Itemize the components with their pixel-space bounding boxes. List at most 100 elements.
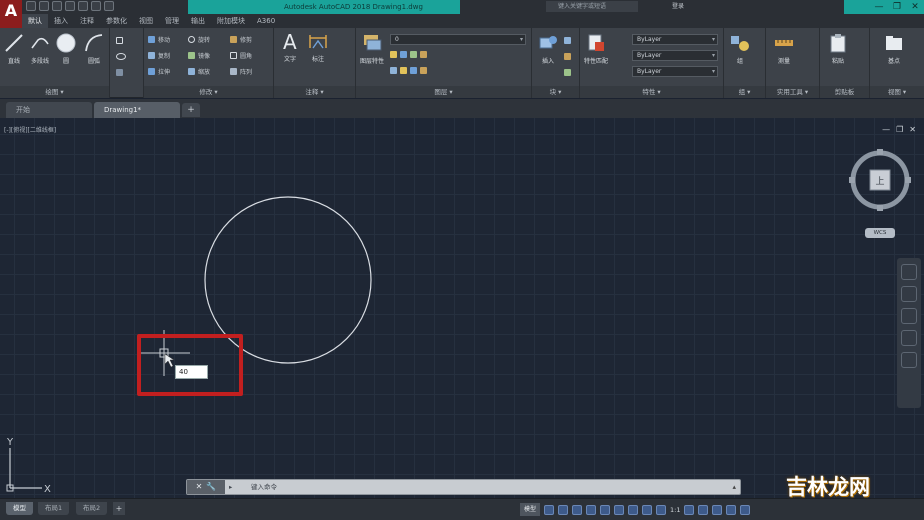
layout-tab-model[interactable]: 模型 bbox=[6, 502, 33, 515]
tab-insert[interactable]: 插入 bbox=[48, 14, 74, 28]
rotate-tool[interactable]: 旋转 bbox=[188, 35, 210, 44]
pan-icon[interactable] bbox=[901, 286, 917, 302]
base-point-tool[interactable]: 基点 bbox=[882, 32, 906, 65]
ortho-icon[interactable] bbox=[572, 504, 583, 515]
fillet-tool[interactable]: 圆角 bbox=[230, 51, 252, 60]
layer-dropdown[interactable]: 0 bbox=[390, 34, 526, 45]
layer-match-icon[interactable] bbox=[390, 67, 397, 74]
model-space-button[interactable]: 模型 bbox=[520, 503, 541, 516]
layer-unlock-icon[interactable] bbox=[420, 67, 427, 74]
block-attribute-tool[interactable] bbox=[564, 68, 571, 77]
dimension-tool[interactable]: 标注 bbox=[306, 30, 330, 63]
fullscreen-icon[interactable] bbox=[726, 504, 737, 515]
object-snap-icon[interactable] bbox=[628, 504, 639, 515]
orbit-icon[interactable] bbox=[901, 330, 917, 346]
file-tab-drawing1[interactable]: Drawing1* bbox=[94, 102, 180, 118]
close-button[interactable]: ✕ bbox=[906, 0, 924, 14]
isolate-objects-icon[interactable] bbox=[698, 504, 709, 515]
lineweight-icon[interactable] bbox=[642, 504, 653, 515]
layer-isolate-icon[interactable] bbox=[400, 51, 407, 58]
rectangle-tool[interactable] bbox=[116, 36, 123, 45]
close-command-line-icon[interactable]: ✕ bbox=[196, 480, 203, 494]
insert-block-tool[interactable]: 插入 bbox=[536, 32, 560, 65]
line-tool[interactable]: 直线 bbox=[2, 32, 26, 65]
viewcube-compass[interactable]: 上 bbox=[848, 148, 912, 212]
arc-tool[interactable]: 圆弧 bbox=[82, 32, 106, 65]
layers-panel-title[interactable]: 图层 ▾ bbox=[356, 86, 531, 98]
tab-manage[interactable]: 管理 bbox=[159, 14, 185, 28]
drawing-canvas[interactable]: [-][俯视][二维线框] — ❐ ✕ 40 上 WCS Y X bbox=[0, 118, 924, 498]
layer-off-icon[interactable] bbox=[390, 51, 397, 58]
save-as-icon[interactable] bbox=[65, 1, 75, 11]
linetype-dropdown[interactable]: ByLayer bbox=[632, 50, 718, 61]
annotation-panel-title[interactable]: 注释 ▾ bbox=[274, 86, 355, 98]
lineweight-dropdown[interactable]: ByLayer bbox=[632, 66, 718, 77]
view-panel-title[interactable]: 视图 ▾ bbox=[870, 86, 924, 98]
command-history-dropdown-icon[interactable]: ▴ bbox=[732, 480, 736, 494]
workspace-gear-icon[interactable] bbox=[684, 504, 695, 515]
layer-previous-icon[interactable] bbox=[400, 67, 407, 74]
tab-addins[interactable]: 附加模块 bbox=[211, 14, 251, 28]
new-file-tab-button[interactable]: + bbox=[182, 103, 200, 117]
group-tool[interactable]: 组 bbox=[728, 32, 752, 65]
layer-walk-icon[interactable] bbox=[410, 67, 417, 74]
scale-tool[interactable]: 缩放 bbox=[188, 67, 210, 76]
copy-tool[interactable]: 复制 bbox=[148, 51, 170, 60]
tab-home[interactable]: 默认 bbox=[22, 14, 48, 28]
minimize-button[interactable]: — bbox=[870, 0, 888, 14]
print-icon[interactable] bbox=[78, 1, 88, 11]
move-tool[interactable]: 移动 bbox=[148, 35, 170, 44]
new-layout-button[interactable]: + bbox=[113, 502, 125, 515]
hatch-tool[interactable] bbox=[116, 68, 123, 77]
clipboard-panel-title[interactable]: 剪贴板 bbox=[820, 86, 869, 98]
tab-parametric[interactable]: 参数化 bbox=[100, 14, 133, 28]
new-file-icon[interactable] bbox=[26, 1, 36, 11]
undo-icon[interactable] bbox=[91, 1, 101, 11]
draw-panel-title[interactable]: 绘图 ▾ bbox=[0, 86, 109, 98]
viewcube-north-handle[interactable] bbox=[877, 149, 883, 155]
annotation-scale-value[interactable]: 1:1 bbox=[670, 506, 680, 514]
save-icon[interactable] bbox=[52, 1, 62, 11]
color-dropdown[interactable]: ByLayer bbox=[632, 34, 718, 45]
layout-tab-layout1[interactable]: 布局1 bbox=[38, 502, 70, 515]
customize-icon[interactable]: 🔧 bbox=[206, 480, 216, 494]
groups-panel-title[interactable]: 组 ▾ bbox=[724, 86, 765, 98]
file-tab-start[interactable]: 开始 bbox=[6, 102, 92, 118]
create-block-tool[interactable] bbox=[564, 36, 571, 45]
polar-tracking-icon[interactable] bbox=[586, 504, 597, 515]
sign-in-button[interactable]: 登录 bbox=[672, 1, 732, 12]
snap-icon[interactable] bbox=[558, 504, 569, 515]
utilities-panel-title[interactable]: 实用工具 ▾ bbox=[766, 86, 819, 98]
edit-block-tool[interactable] bbox=[564, 52, 571, 61]
annotation-scale-icon[interactable] bbox=[656, 504, 667, 515]
polyline-tool[interactable]: 多段线 bbox=[28, 32, 52, 65]
tab-view[interactable]: 视图 bbox=[133, 14, 159, 28]
trim-tool[interactable]: 修剪 bbox=[230, 35, 252, 44]
tab-annotate[interactable]: 注释 bbox=[74, 14, 100, 28]
wcs-menu[interactable]: WCS bbox=[865, 228, 895, 238]
hardware-acceleration-icon[interactable] bbox=[712, 504, 723, 515]
text-tool[interactable]: A 文字 bbox=[278, 30, 302, 63]
properties-panel-title[interactable]: 特性 ▾ bbox=[580, 86, 723, 98]
help-search-input[interactable]: 键入关键字或短语 bbox=[546, 1, 638, 12]
layout-tab-layout2[interactable]: 布局2 bbox=[76, 502, 108, 515]
application-menu-button[interactable]: A bbox=[0, 0, 22, 30]
viewcube-south-handle[interactable] bbox=[877, 205, 883, 211]
zoom-extents-icon[interactable] bbox=[901, 308, 917, 324]
isometric-icon[interactable] bbox=[600, 504, 611, 515]
match-properties-tool[interactable]: 特性匹配 bbox=[584, 32, 608, 65]
block-panel-title[interactable]: 块 ▾ bbox=[532, 86, 579, 98]
layer-lock-icon[interactable] bbox=[420, 51, 427, 58]
array-tool[interactable]: 阵列 bbox=[230, 67, 252, 76]
open-file-icon[interactable] bbox=[39, 1, 49, 11]
circle-tool[interactable]: 圆 bbox=[54, 32, 78, 65]
viewcube-east-handle[interactable] bbox=[905, 177, 911, 183]
redo-icon[interactable] bbox=[104, 1, 114, 11]
measure-tool[interactable]: 测量 bbox=[772, 32, 796, 65]
layer-freeze-icon[interactable] bbox=[410, 51, 417, 58]
layer-properties-tool[interactable]: 图层特性 bbox=[360, 32, 384, 65]
maximize-button[interactable]: ❐ bbox=[888, 0, 906, 14]
modify-panel-title[interactable]: 修改 ▾ bbox=[144, 86, 273, 98]
showmotion-icon[interactable] bbox=[901, 352, 917, 368]
tab-output[interactable]: 输出 bbox=[185, 14, 211, 28]
